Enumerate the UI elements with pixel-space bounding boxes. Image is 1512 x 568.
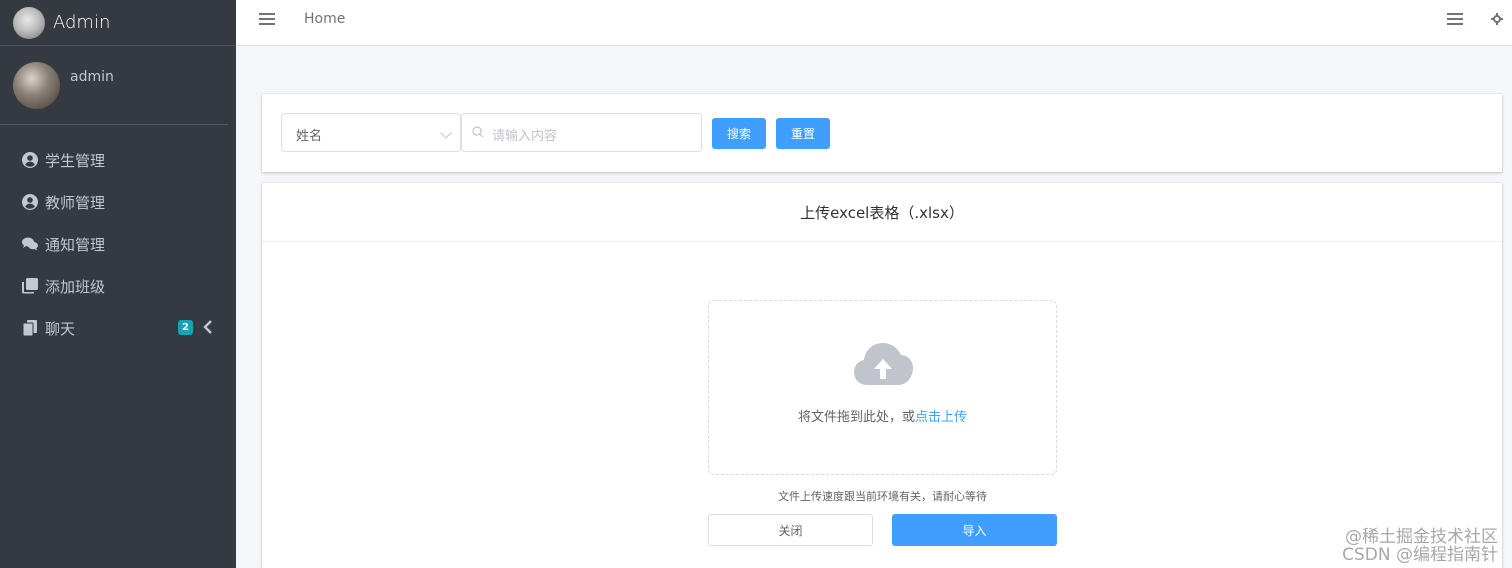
- upload-title: 上传excel表格（.xlsx）: [262, 183, 1502, 242]
- close-button[interactable]: 关闭: [708, 514, 873, 546]
- watermark-line-1: @稀土掘金技术社区: [1345, 527, 1498, 547]
- sidebar-item-label: 教师管理: [45, 193, 106, 212]
- copy-icon: [22, 320, 38, 336]
- sidebar-item-add-class[interactable]: 添加班级: [0, 265, 236, 307]
- field-select[interactable]: 姓名: [281, 113, 461, 152]
- clone-icon: [22, 278, 38, 294]
- sidebar-item-teachers[interactable]: 教师管理: [0, 181, 236, 223]
- user-name[interactable]: admin: [70, 69, 114, 85]
- upload-dialog: 上传excel表格（.xlsx） 将文件拖到此处，或点击上传 文件上传速度跟当前…: [262, 183, 1502, 568]
- home-link[interactable]: Home: [304, 11, 345, 27]
- drop-text: 将文件拖到此处，或点击上传: [709, 406, 1056, 425]
- search-placeholder: 请输入内容: [492, 129, 558, 144]
- sidebar: Admin admin 学生管理 教师管理 通知管理 添加班级 聊天 2: [0, 0, 236, 568]
- sidebar-item-notices[interactable]: 通知管理: [0, 223, 236, 265]
- avatar: [13, 62, 60, 109]
- sidebar-item-chat[interactable]: 聊天 2: [0, 307, 236, 349]
- control-sidebar-icon[interactable]: [1447, 13, 1463, 25]
- brand-link[interactable]: Admin: [0, 0, 236, 46]
- sidebar-item-label: 学生管理: [45, 151, 106, 170]
- sidebar-item-label: 通知管理: [45, 235, 106, 254]
- brand-title: Admin: [53, 12, 111, 33]
- import-button[interactable]: 导入: [892, 514, 1057, 546]
- chevron-down-icon: [440, 127, 452, 139]
- search-card: 姓名 请输入内容 搜索 重置: [262, 94, 1502, 172]
- search-input[interactable]: 请输入内容: [461, 113, 702, 152]
- search-icon: [472, 126, 484, 138]
- menu-toggle-icon[interactable]: [259, 13, 275, 25]
- reset-button[interactable]: 重置: [776, 118, 830, 149]
- sidebar-item-label: 聊天: [45, 319, 76, 338]
- upload-tip: 文件上传速度跟当前环境有关，请耐心等待: [778, 490, 987, 503]
- gear-icon[interactable]: [1491, 10, 1503, 25]
- brand-logo: [13, 6, 45, 39]
- sidebar-item-label: 添加班级: [45, 277, 106, 296]
- watermark-line-2: CSDN @编程指南针: [1342, 545, 1498, 565]
- chevron-left-icon[interactable]: [203, 320, 215, 334]
- user-panel: admin: [0, 46, 228, 125]
- top-navbar: Home: [236, 0, 1512, 46]
- sidebar-item-students[interactable]: 学生管理: [0, 139, 236, 181]
- watermark: @稀土掘金技术社区 CSDN @编程指南针: [1342, 528, 1498, 564]
- drop-instruction: 将文件拖到此处，或: [797, 410, 915, 425]
- user-circle-icon: [22, 152, 38, 168]
- search-button[interactable]: 搜索: [712, 118, 766, 149]
- chat-count-badge: 2: [178, 320, 193, 335]
- upload-dropzone[interactable]: 将文件拖到此处，或点击上传: [708, 300, 1057, 475]
- cloud-upload-icon: [853, 341, 913, 387]
- user-circle-icon: [22, 194, 38, 210]
- sidebar-nav: 学生管理 教师管理 通知管理 添加班级 聊天 2: [0, 125, 236, 349]
- field-select-value: 姓名: [296, 129, 323, 144]
- click-upload-link[interactable]: 点击上传: [915, 410, 967, 425]
- comments-icon: [22, 236, 38, 252]
